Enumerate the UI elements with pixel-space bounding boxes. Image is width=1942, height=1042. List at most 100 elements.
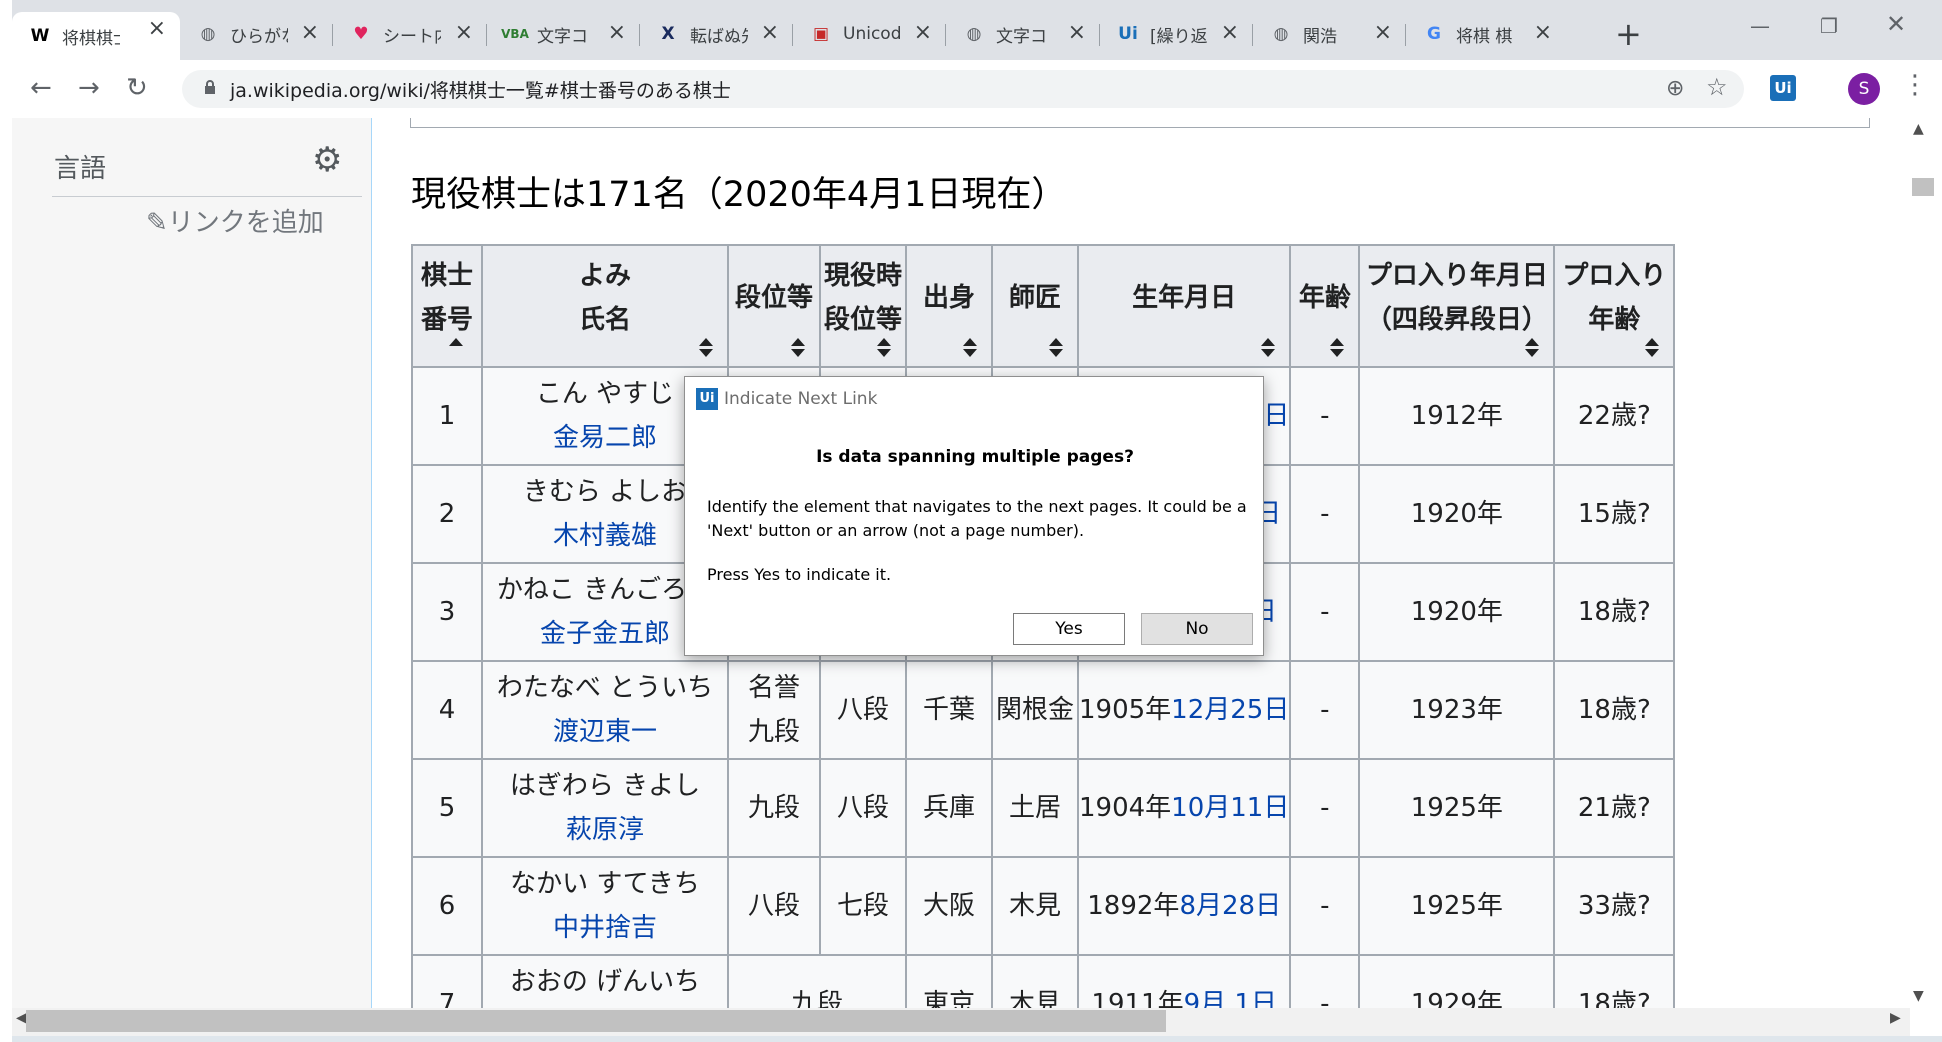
cell-pro-age: 18歳? — [1553, 562, 1676, 662]
tab-0[interactable]: W 将棋棋士 × — [12, 12, 180, 60]
sort-icon[interactable] — [1261, 338, 1276, 358]
tab-close-icon[interactable]: × — [914, 22, 932, 44]
birth-date-link[interactable]: 8月28日 — [1179, 891, 1281, 921]
tab-close-icon[interactable]: × — [608, 22, 626, 44]
sort-icon[interactable] — [963, 338, 977, 358]
sort-icon[interactable] — [1330, 338, 1345, 358]
tab-5[interactable]: ▣ Unicode × — [793, 16, 946, 52]
column-header-5[interactable]: 師匠 — [991, 244, 1079, 368]
scroll-right-arrow[interactable]: ▶ — [1890, 1010, 1901, 1026]
tab-8[interactable]: ◍ 関浩 × — [1253, 16, 1406, 52]
cell-line: 九段 — [747, 793, 800, 823]
column-header-2[interactable]: 段位等 — [727, 244, 821, 368]
cell-line: 八段 — [836, 695, 889, 725]
cell-name: わたなべ とういち 渡辺東一 — [481, 660, 729, 760]
sort-icon[interactable] — [791, 338, 805, 358]
vertical-scroll-thumb[interactable] — [1912, 178, 1934, 196]
cell-line: 八段 — [836, 793, 889, 823]
tab-title: ひらがな — [230, 26, 288, 47]
yes-button[interactable]: Yes — [1013, 613, 1125, 645]
forward-button[interactable]: → — [78, 74, 100, 102]
gear-icon[interactable]: ⚙ — [312, 140, 342, 180]
zoom-icon[interactable]: ⊕ — [1666, 76, 1684, 101]
cell-line: 九段 — [790, 989, 843, 1008]
birth-date-link[interactable]: 10月11日 — [1171, 793, 1288, 823]
tab-2[interactable]: ♥ シート内 × — [333, 16, 487, 52]
scroll-down-arrow[interactable]: ▼ — [1913, 988, 1924, 1004]
tab-close-icon[interactable]: × — [1221, 22, 1239, 44]
cell-pro-date: 1920年 — [1358, 562, 1556, 662]
vertical-scrollbar[interactable] — [1910, 118, 1942, 1008]
column-header-4[interactable]: 出身 — [905, 244, 993, 368]
tab-1[interactable]: ◍ ひらがな × — [180, 16, 333, 52]
restore-button[interactable]: ❐ — [1820, 14, 1838, 38]
cell-birth: 1905年12月25日 — [1076, 660, 1292, 760]
sort-icon[interactable] — [877, 338, 891, 358]
cell-master: 関根金 — [991, 660, 1079, 760]
tab-close-icon[interactable]: × — [1068, 22, 1086, 44]
cell-birth: 1904年10月11日 — [1076, 758, 1292, 858]
cell-line: - — [1320, 695, 1330, 725]
column-header-3[interactable]: 現役時 段位等 — [819, 244, 907, 368]
tab-4[interactable]: X 転ばぬ先 × — [640, 16, 793, 52]
column-header-7[interactable]: 年齢 — [1289, 244, 1361, 368]
unicode-icon: ▣ — [812, 24, 830, 44]
tab-close-icon[interactable]: × — [1374, 22, 1392, 44]
window-close-button[interactable]: ✕ — [1886, 10, 1906, 38]
bookmark-star-icon[interactable]: ☆ — [1706, 73, 1728, 101]
tab-6[interactable]: ◍ 文字コ × — [946, 16, 1100, 52]
sort-icon[interactable] — [1049, 338, 1063, 358]
heart-icon: ♥ — [353, 24, 369, 44]
tab-close-icon[interactable]: × — [455, 22, 473, 44]
horizontal-scroll-thumb[interactable] — [26, 1010, 1166, 1032]
cell-master[interactable]: 木見 — [991, 856, 1079, 956]
tab-close-icon[interactable]: × — [1534, 22, 1552, 44]
back-button[interactable]: ← — [30, 74, 52, 102]
menu-kebab-icon[interactable]: ⋮ — [1902, 70, 1928, 100]
name-link[interactable]: 渡辺東一 — [484, 710, 726, 754]
column-header-1[interactable]: よみ 氏名 — [481, 244, 729, 368]
cell-number: 4 — [411, 660, 483, 760]
minimize-button[interactable]: — — [1750, 14, 1770, 38]
scroll-up-arrow[interactable]: ▲ — [1913, 121, 1924, 137]
cell-line: 18歳? — [1577, 695, 1651, 725]
column-header-0[interactable]: 棋士 番号 — [411, 244, 483, 368]
column-header-8[interactable]: プロ入り年月日 （四段昇段日） — [1358, 244, 1556, 368]
cell-number: 1 — [411, 366, 483, 466]
tab-7[interactable]: Ui [繰り返し × — [1100, 16, 1253, 52]
address-bar[interactable]: ja.wikipedia.org/wiki/将棋棋士一覧#棋士番号のある棋士 ⊕… — [182, 70, 1744, 108]
cell-line: 大阪 — [922, 891, 975, 921]
uipath-extension-icon[interactable]: Ui — [1770, 75, 1796, 101]
birth-date-link[interactable]: 12月25日 — [1171, 695, 1288, 725]
reload-button[interactable]: ↻ — [126, 74, 148, 102]
cell-rank: 九段 — [727, 954, 907, 1008]
cell-origin: 千葉 — [905, 660, 993, 760]
cell-number: 6 — [411, 856, 483, 956]
no-button[interactable]: No — [1141, 613, 1253, 645]
tab-close-icon[interactable]: × — [301, 22, 319, 44]
add-link[interactable]: ✎リンクを追加 — [146, 202, 324, 239]
tab-close-icon[interactable]: × — [148, 18, 166, 40]
birth-date-link[interactable]: 9月 1日 — [1184, 989, 1277, 1008]
new-tab-button[interactable]: + — [1615, 18, 1642, 50]
tab-3[interactable]: VBA 文字コ × — [487, 16, 640, 52]
google-icon: G — [1427, 24, 1441, 44]
name-link[interactable]: 萩原淳 — [484, 808, 726, 852]
header-line1: 出身 — [922, 283, 975, 313]
column-header-6[interactable]: 生年月日 — [1076, 244, 1292, 368]
header-line2: 年齢 — [1588, 305, 1641, 335]
profile-avatar[interactable]: S — [1848, 73, 1880, 105]
name-link[interactable]: 中井捨吉 — [484, 906, 726, 950]
tab-9[interactable]: G 将棋 棋 × — [1406, 16, 1566, 52]
cell-name: おおの げんいち大野源一 — [481, 954, 729, 1008]
cell-line: 4 — [438, 695, 456, 725]
sort-icon[interactable] — [1525, 338, 1540, 358]
tab-close-icon[interactable]: × — [761, 22, 779, 44]
cell-line: 関根金 — [995, 695, 1074, 725]
sort-icon[interactable] — [1645, 338, 1660, 358]
column-header-9[interactable]: プロ入り 年齢 — [1553, 244, 1676, 368]
cell-line: 5 — [438, 793, 456, 823]
cell-age: - — [1289, 856, 1361, 956]
sort-icon[interactable] — [699, 338, 713, 358]
sort-ascending-icon[interactable] — [449, 338, 463, 358]
